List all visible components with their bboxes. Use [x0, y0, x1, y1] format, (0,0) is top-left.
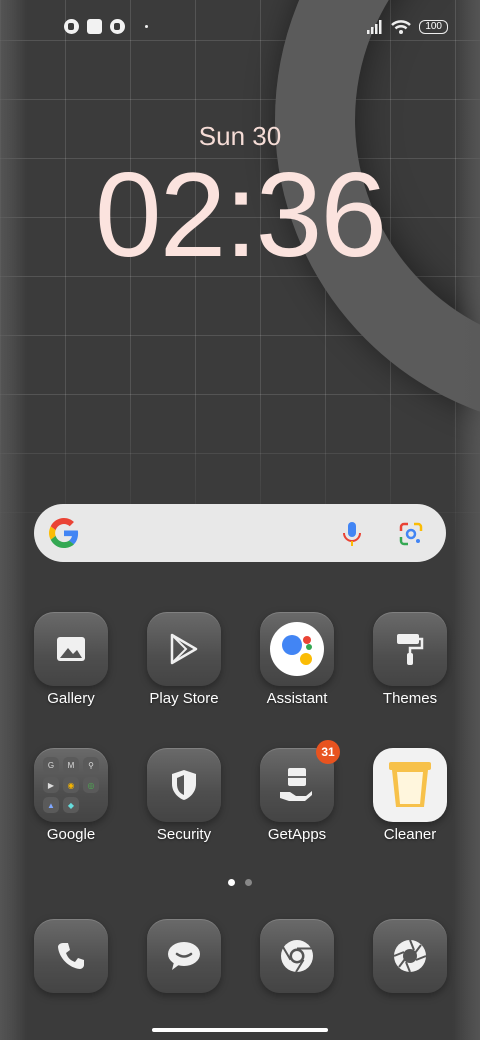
chrome-icon [281, 940, 313, 973]
cleaner-tile[interactable] [373, 748, 447, 822]
app-gallery[interactable]: Gallery [26, 612, 116, 707]
folder-item: ◆ [63, 797, 79, 813]
play-store-icon [170, 633, 198, 665]
dock-phone[interactable] [26, 919, 116, 993]
clock-time[interactable]: 02:36 [0, 150, 480, 280]
phone-icon [58, 943, 84, 969]
messages-tile[interactable] [147, 919, 221, 993]
page-dot-active[interactable] [228, 879, 235, 886]
folder-item: ◎ [83, 777, 99, 793]
page-indicator [228, 879, 252, 886]
app-label: Assistant [266, 690, 328, 707]
camera-icon [393, 939, 427, 973]
folder-item: ◉ [63, 777, 79, 793]
shield-icon [172, 770, 196, 800]
square-notification-icon [87, 19, 102, 34]
signal-icon [367, 20, 382, 34]
app-notification-icon [110, 19, 125, 34]
themes-tile[interactable] [373, 612, 447, 686]
app-label: Gallery [47, 690, 95, 707]
google-g-icon [49, 518, 79, 548]
folder-icon: G M ⚲ ▶ ◉ ◎ ▲ ◆ [43, 757, 99, 813]
folder-item: ▶ [43, 777, 59, 793]
folder-tile[interactable]: G M ⚲ ▶ ◉ ◎ ▲ ◆ [34, 748, 108, 822]
play-store-tile[interactable] [147, 612, 221, 686]
status-bar: 100 [0, 16, 480, 40]
security-tile[interactable] [147, 748, 221, 822]
more-dot-icon [145, 25, 148, 28]
app-label: Cleaner [383, 826, 437, 843]
folder-item: ▲ [43, 797, 59, 813]
assistant-icon [270, 622, 324, 676]
page-dot[interactable] [245, 879, 252, 886]
microphone-icon[interactable] [340, 521, 364, 547]
app-label: Google [46, 826, 96, 843]
app-play-store[interactable]: Play Store [139, 612, 229, 707]
messages-icon [168, 942, 200, 970]
phone-tile[interactable] [34, 919, 108, 993]
app-label: GetApps [267, 826, 327, 843]
folder-item: M [63, 757, 79, 773]
system-icons: 100 [367, 20, 448, 34]
battery-icon: 100 [419, 20, 448, 34]
app-label: Themes [382, 690, 438, 707]
folder-item [83, 797, 99, 813]
app-notification-icon [64, 19, 79, 34]
app-assistant[interactable]: Assistant [252, 612, 342, 707]
app-label: Security [156, 826, 212, 843]
app-cleaner[interactable]: Cleaner [365, 748, 455, 843]
dock-messages[interactable] [139, 919, 229, 993]
folder-item: ⚲ [83, 757, 99, 773]
dock-camera[interactable] [365, 919, 455, 993]
google-lens-icon[interactable] [398, 521, 424, 547]
folder-google[interactable]: G M ⚲ ▶ ◉ ◎ ▲ ◆ Google [26, 748, 116, 843]
wifi-icon [391, 20, 412, 34]
folder-item: G [43, 757, 59, 773]
app-security[interactable]: Security [139, 748, 229, 843]
app-themes[interactable]: Themes [365, 612, 455, 707]
camera-tile[interactable] [373, 919, 447, 993]
gallery-icon [57, 637, 85, 661]
gallery-tile[interactable] [34, 612, 108, 686]
notification-badge: 31 [316, 740, 340, 764]
home-gesture-bar[interactable] [152, 1028, 328, 1032]
google-search-bar[interactable] [34, 504, 446, 562]
getapps-icon [280, 768, 312, 801]
app-getapps[interactable]: 31 GetApps [252, 740, 342, 843]
app-label: Play Store [149, 690, 219, 707]
assistant-tile[interactable] [260, 612, 334, 686]
notification-icons [64, 19, 148, 34]
chrome-tile[interactable] [260, 919, 334, 993]
paint-roller-icon [397, 634, 424, 665]
trash-can-icon [389, 762, 431, 807]
getapps-tile[interactable]: 31 [260, 740, 340, 822]
dock-chrome[interactable] [252, 919, 342, 993]
